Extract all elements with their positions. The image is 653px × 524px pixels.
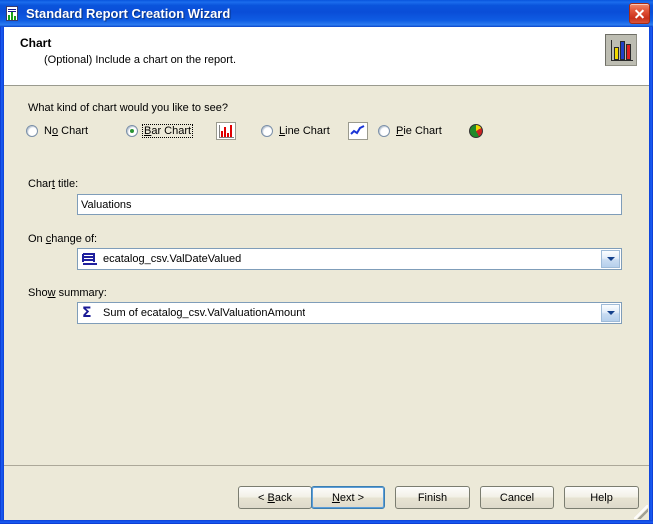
chevron-down-icon[interactable] bbox=[601, 250, 620, 268]
window-frame-bottom bbox=[0, 520, 653, 524]
bar-chart-thumb-icon bbox=[216, 122, 236, 140]
radio-bar-chart[interactable]: Bar Chart bbox=[126, 122, 193, 140]
show-summary-label: Show summary: bbox=[28, 287, 107, 299]
wizard-header: Chart (Optional) Include a chart on the … bbox=[4, 27, 649, 86]
help-button[interactable]: Help bbox=[564, 486, 639, 509]
wizard-button-bar: < Back Next > Finish Cancel Help bbox=[0, 486, 649, 510]
resize-grip[interactable] bbox=[634, 505, 648, 519]
window-frame-right bbox=[649, 0, 653, 524]
radio-label-bar-chart: Bar Chart bbox=[142, 124, 193, 138]
window-title: Standard Report Creation Wizard bbox=[26, 6, 230, 21]
wizard-window: Standard Report Creation Wizard Chart (O… bbox=[0, 0, 653, 524]
radio-label-no-chart: No Chart bbox=[42, 124, 90, 138]
report-document-icon bbox=[5, 6, 21, 22]
back-button[interactable]: < Back bbox=[238, 486, 312, 509]
close-icon[interactable] bbox=[629, 3, 650, 24]
show-summary-value: Sum of ecatalog_csv.ValValuationAmount bbox=[103, 307, 305, 319]
sigma-summary-icon: Σ bbox=[82, 305, 98, 321]
database-field-icon bbox=[82, 251, 98, 267]
chart-type-radio-group: No Chart Bar Chart Line Chart bbox=[26, 122, 626, 142]
on-change-of-value: ecatalog_csv.ValDateValued bbox=[103, 253, 241, 265]
radio-indicator-line-chart bbox=[261, 125, 273, 137]
on-change-of-label: On change of: bbox=[28, 233, 97, 245]
radio-indicator-pie-chart bbox=[378, 125, 390, 137]
wizard-body: What kind of chart would you like to see… bbox=[4, 86, 649, 520]
footer-separator bbox=[4, 465, 649, 466]
finish-button-label: Finish bbox=[418, 492, 447, 504]
finish-button[interactable]: Finish bbox=[395, 486, 470, 509]
show-summary-combobox[interactable]: Σ Sum of ecatalog_csv.ValValuationAmount bbox=[77, 302, 622, 324]
pie-chart-thumb-icon bbox=[466, 122, 486, 140]
radio-line-chart[interactable]: Line Chart bbox=[261, 122, 332, 140]
radio-indicator-bar-chart bbox=[126, 125, 138, 137]
bar-chart-icon bbox=[605, 34, 637, 66]
chart-title-label: Chart title: bbox=[28, 178, 78, 190]
on-change-of-combobox[interactable]: ecatalog_csv.ValDateValued bbox=[77, 248, 622, 270]
radio-pie-chart[interactable]: Pie Chart bbox=[378, 122, 444, 140]
title-bar: Standard Report Creation Wizard bbox=[0, 0, 653, 27]
line-chart-thumb-icon bbox=[348, 122, 368, 140]
page-title: Chart bbox=[20, 36, 51, 50]
help-button-label: Help bbox=[590, 492, 613, 504]
next-button[interactable]: Next > bbox=[311, 486, 385, 509]
chart-title-input[interactable] bbox=[77, 194, 622, 215]
chart-type-question: What kind of chart would you like to see… bbox=[28, 102, 228, 114]
radio-label-pie-chart: Pie Chart bbox=[394, 124, 444, 138]
chevron-down-icon[interactable] bbox=[601, 304, 620, 322]
radio-no-chart[interactable]: No Chart bbox=[26, 122, 90, 140]
page-subtitle: (Optional) Include a chart on the report… bbox=[44, 54, 236, 66]
radio-label-line-chart: Line Chart bbox=[277, 124, 332, 138]
cancel-button-label: Cancel bbox=[500, 492, 534, 504]
cancel-button[interactable]: Cancel bbox=[480, 486, 554, 509]
radio-indicator-no-chart bbox=[26, 125, 38, 137]
